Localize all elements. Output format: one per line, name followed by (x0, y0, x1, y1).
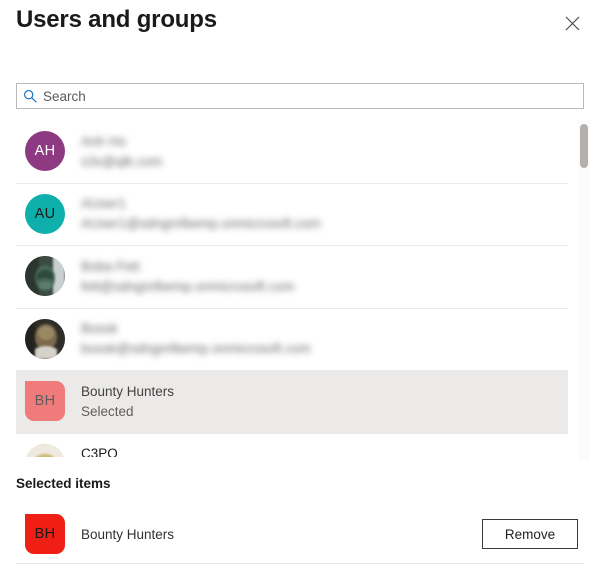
list-item-name: Bounty Hunters (81, 383, 175, 399)
avatar: BH (25, 381, 65, 422)
list-item-name: Boba Fett (81, 258, 140, 274)
selected-item-row: BH Bounty Hunters Remove (16, 508, 584, 560)
avatar (25, 318, 65, 359)
list-item[interactable]: C3PO (16, 432, 568, 457)
avatar: AH (25, 131, 65, 172)
search-input[interactable] (43, 85, 583, 107)
avatar (25, 443, 65, 457)
avatar: BH (25, 514, 65, 554)
list-item-text: Bossk bossk@sdngnrlbemp.onmicrosoft.com (81, 321, 311, 356)
page-title: Users and groups (16, 6, 217, 33)
list-item-text: Anh Ho s3x@qlk.com (81, 134, 162, 169)
list-item-text: C3PO (81, 446, 118, 457)
list-scrollbar-thumb[interactable] (580, 124, 588, 168)
search-icon (17, 84, 43, 108)
list-item-text: Bounty Hunters Selected (81, 384, 174, 419)
list-item[interactable]: BH Bounty Hunters Selected (16, 370, 568, 433)
list-item-text: AUser1 AUser1@sdngnrlbemp.onmicrosoft.com (81, 196, 321, 231)
remove-button[interactable]: Remove (482, 519, 578, 549)
list-item-text: Boba Fett fett@sdngnrlbemp.onmicrosoft.co… (81, 259, 294, 294)
close-icon (565, 16, 580, 31)
list-item-name: AUser1 (81, 196, 127, 212)
close-button[interactable] (554, 6, 590, 40)
list-item-subtitle: s3x@qlk.com (81, 153, 163, 169)
list-item-name: Bossk (81, 321, 118, 337)
selected-item-label: Bounty Hunters (81, 526, 175, 542)
list-item[interactable]: Bossk bossk@sdngnrlbemp.onmicrosoft.com (16, 307, 568, 371)
list-item[interactable]: AU AUser1 AUser1@sdngnrlbemp.onmicrosoft.c… (16, 182, 568, 246)
list-item-name: Anh Ho (81, 133, 127, 149)
list-item-name: C3PO (81, 445, 118, 457)
users-and-groups-dialog: Users and groups AHAnh Hos3x@qlk.comAUAU… (0, 0, 600, 575)
list-item[interactable]: Boba Fett fett@sdngnrlbemp.onmicrosoft.co… (16, 245, 568, 308)
list-item-subtitle: AUser1@sdngnrlbemp.onmicrosoft.com (81, 216, 321, 232)
section-divider (16, 563, 584, 564)
list-item-subtitle: fett@sdngnrlbemp.onmicrosoft.com (81, 278, 295, 294)
avatar: AU (25, 193, 65, 234)
list-item[interactable]: AH Anh Ho s3x@qlk.com (16, 120, 568, 183)
list-item-subtitle: bossk@sdngnrlbemp.onmicrosoft.com (81, 341, 311, 357)
list-item-subtitle: Selected (81, 403, 134, 419)
people-results-list[interactable]: AH Anh Ho s3x@qlk.com AU AUser1 AUser1@sdngnr… (16, 120, 584, 460)
list-scrollbar[interactable] (578, 120, 590, 460)
search-box[interactable] (16, 83, 584, 109)
dialog-header: Users and groups (0, 0, 600, 62)
avatar (25, 256, 65, 297)
selected-items-heading: Selected items (16, 476, 111, 491)
